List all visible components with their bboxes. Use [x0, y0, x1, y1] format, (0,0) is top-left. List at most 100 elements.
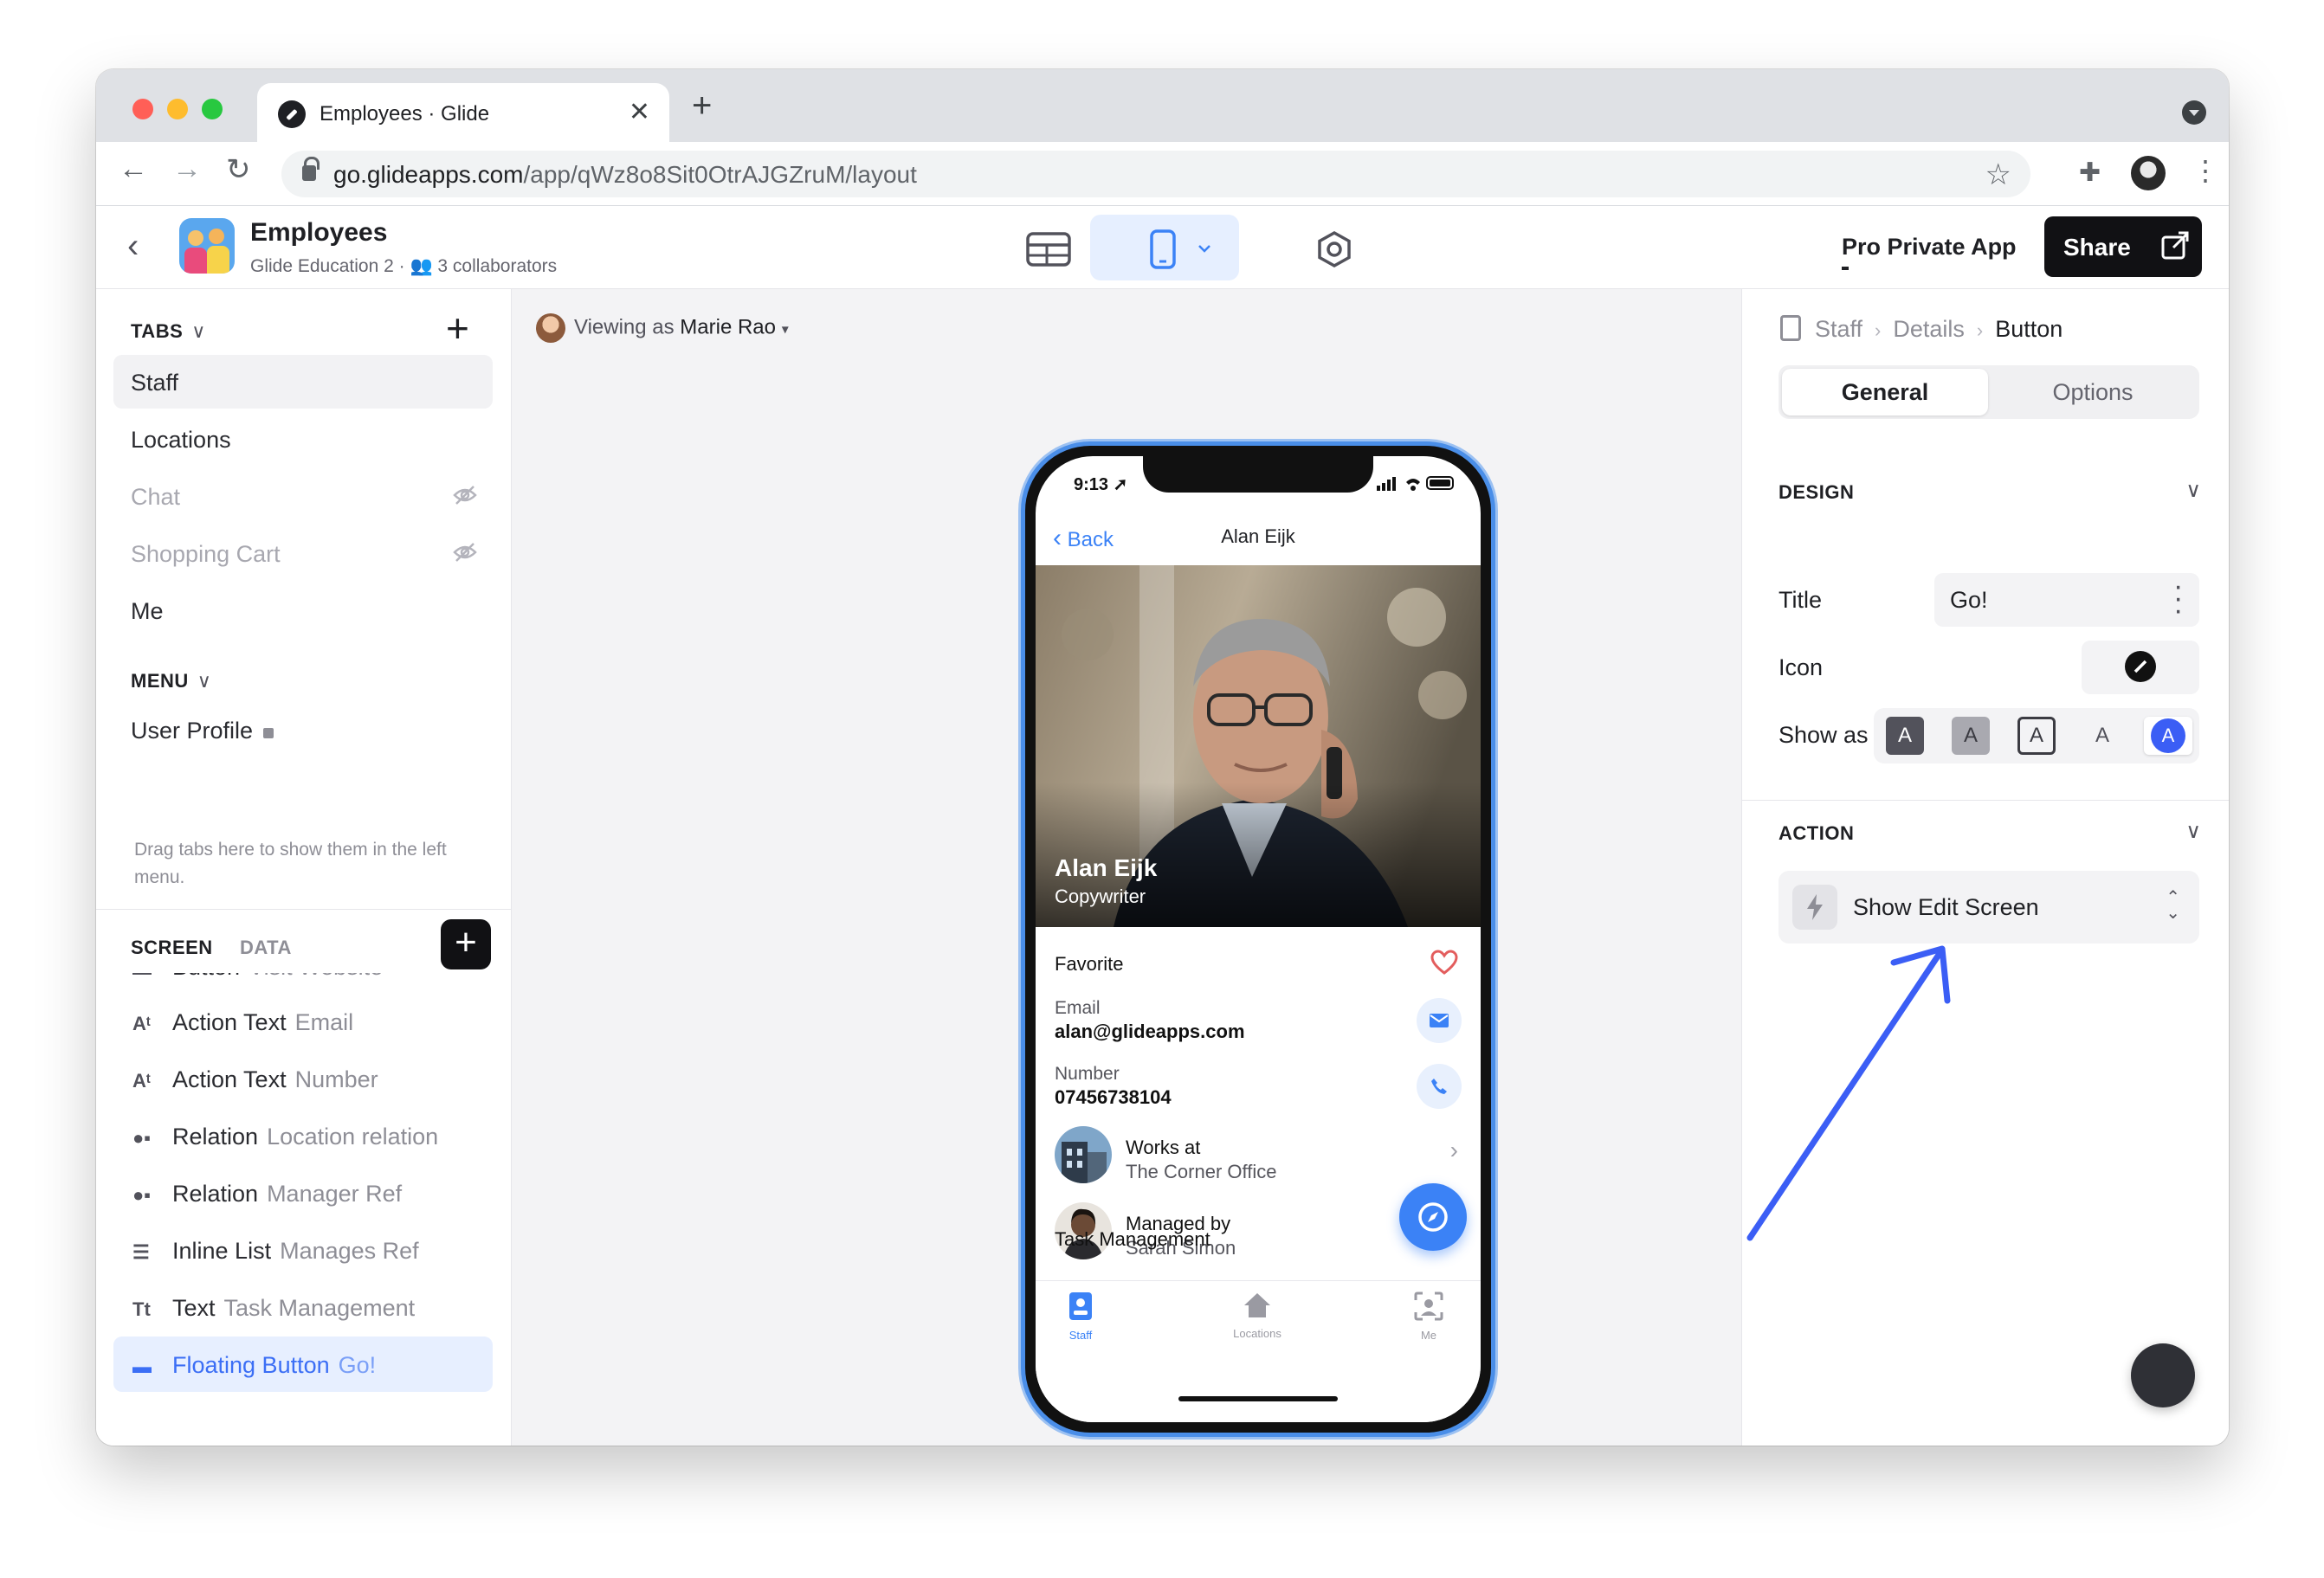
phone-tab-me[interactable]: Me: [1377, 1291, 1481, 1342]
tab-item-shopping-cart[interactable]: Shopping Cart: [113, 526, 493, 580]
component-floating-button[interactable]: ▬ Floating Button Go!: [113, 1336, 493, 1392]
layout-editor-button[interactable]: [1090, 215, 1239, 280]
left-panel: TABS ∨ + Staff Locations Chat Shopping Ca…: [96, 289, 512, 1446]
face-id-icon: [1414, 1291, 1443, 1321]
staff-badge-icon: [1780, 315, 1801, 341]
help-chat-button[interactable]: [2131, 1343, 2195, 1407]
component-text[interactable]: Tt Text Task Management: [113, 1279, 493, 1335]
app-name: Employees: [250, 218, 388, 247]
lock-icon: [263, 728, 274, 738]
breadcrumb-staff[interactable]: Staff: [1815, 316, 1862, 342]
menu-section-header[interactable]: MENU ∨: [131, 670, 211, 692]
bookmark-star-icon[interactable]: ☆: [1985, 158, 2011, 192]
back-chevron-icon[interactable]: ‹: [127, 227, 139, 266]
style-outlined[interactable]: A: [2017, 717, 2056, 755]
component-action-text-email[interactable]: Aᵗ Action Text Email: [113, 994, 493, 1049]
phone-notch: [1143, 456, 1373, 493]
office-thumbnail: [1055, 1126, 1112, 1183]
email-action-button[interactable]: [1417, 998, 1462, 1043]
glide-favicon-icon: [278, 100, 306, 128]
zoom-window-button[interactable]: [202, 99, 223, 119]
viewing-as-selector[interactable]: Viewing as Marie Rao ▾: [536, 313, 789, 343]
number-value[interactable]: 07456738104: [1055, 1086, 1172, 1109]
profile-hero-image: Alan Eijk Copywriter: [1036, 565, 1481, 927]
component-inline-list[interactable]: ☰ Inline List Manages Ref: [113, 1222, 493, 1278]
style-text[interactable]: A: [2083, 717, 2121, 755]
tab-search-icon[interactable]: [2182, 100, 2206, 125]
new-tab-button[interactable]: +: [692, 87, 712, 126]
component-relation-location[interactable]: ●▪ Relation Location relation: [113, 1108, 493, 1163]
title-field[interactable]: Go! · · ·: [1934, 571, 2199, 627]
reload-icon[interactable]: ↻: [226, 152, 251, 187]
status-icons: [1377, 476, 1454, 491]
settings-button[interactable]: [1258, 215, 1407, 280]
browser-menu-icon[interactable]: ⋮: [2192, 154, 2219, 187]
breadcrumb-details[interactable]: Details: [1893, 316, 1965, 342]
eye-off-icon[interactable]: [453, 542, 477, 563]
icon-picker[interactable]: [2082, 641, 2199, 694]
component-button[interactable]: ▬ ButtonVisit Website: [113, 973, 493, 994]
tab-item-me[interactable]: Me: [113, 583, 493, 637]
more-options-icon[interactable]: · · ·: [2173, 571, 2183, 625]
menu-item-user-profile[interactable]: User Profile: [113, 703, 493, 757]
chevron-down-icon[interactable]: ∨: [2185, 478, 2201, 503]
data-tab[interactable]: DATA: [240, 937, 292, 959]
add-component-button[interactable]: +: [441, 919, 491, 969]
works-at-value: The Corner Office: [1126, 1161, 1277, 1182]
profile-avatar[interactable]: [2131, 156, 2166, 190]
plan-label[interactable]: Pro Private App: [1842, 234, 2017, 261]
extensions-puzzle-icon[interactable]: ✚: [2079, 158, 2101, 188]
component-action-text-number[interactable]: Aᵗ Action Text Number: [113, 1051, 493, 1106]
collaborators-icon: 👥: [410, 256, 438, 276]
staff-badge-icon: [1069, 1292, 1092, 1320]
component-list: ▬ ButtonVisit Website Aᵗ Action TextEmai…: [96, 973, 512, 1435]
hero-role: Copywriter: [1055, 886, 1146, 907]
heart-icon[interactable]: [1430, 950, 1458, 976]
minimize-window-button[interactable]: [167, 99, 188, 119]
phone-action-button[interactable]: [1417, 1064, 1462, 1109]
tab-item-locations[interactable]: Locations: [113, 412, 493, 466]
style-filled-light[interactable]: A: [1952, 717, 1990, 755]
screen-tab[interactable]: SCREEN: [131, 937, 213, 959]
browser-tab[interactable]: Employees · Glide ✕: [257, 83, 669, 142]
close-tab-icon[interactable]: ✕: [629, 97, 650, 127]
compass-icon: [2125, 651, 2156, 682]
section-divider: [96, 909, 512, 910]
action-section-header[interactable]: ACTION: [1779, 822, 1854, 845]
tab-item-chat[interactable]: Chat: [113, 469, 493, 523]
chevron-down-icon[interactable]: ∨: [2185, 819, 2201, 844]
forward-arrow-icon[interactable]: →: [172, 152, 202, 186]
config-segmented-control: General Options: [1779, 365, 2199, 419]
back-arrow-icon[interactable]: ←: [119, 152, 148, 186]
app-icon: [179, 218, 235, 274]
action-text-icon: Aᵗ: [132, 1070, 151, 1092]
browser-toolbar: ← → ↻ go.glideapps.com/app/qWz8o8Sit0Otr…: [96, 142, 2229, 206]
email-value[interactable]: alan@glideapps.com: [1055, 1021, 1245, 1043]
chevron-down-icon: ∨: [197, 670, 212, 692]
address-bar[interactable]: go.glideapps.com/app/qWz8o8Sit0OtrAJGZru…: [281, 151, 2030, 197]
lightning-bolt-icon: [1792, 885, 1837, 930]
close-window-button[interactable]: [132, 99, 153, 119]
tab-options[interactable]: Options: [1990, 369, 2196, 415]
email-label: Email: [1055, 998, 1101, 1018]
compass-icon: [1418, 1202, 1448, 1232]
tab-item-staff[interactable]: Staff: [113, 355, 493, 409]
add-tab-button[interactable]: +: [446, 305, 469, 351]
phone-preview: 9:13 ➚ ‹ Back Alan Eijk Alan Eijk Copywr…: [1021, 441, 1495, 1437]
floating-action-button[interactable]: [1399, 1183, 1467, 1251]
chevron-right-icon[interactable]: ›: [1450, 1137, 1458, 1164]
eye-off-icon[interactable]: [453, 485, 477, 506]
url-text: go.glideapps.com/app/qWz8o8Sit0OtrAJGZru…: [333, 161, 917, 188]
design-section-header[interactable]: DESIGN: [1779, 481, 1854, 504]
style-circle-accent[interactable]: A: [2144, 717, 2192, 755]
app-header: ‹ Employees Glide Education 2 · 👥 3 coll…: [96, 206, 2229, 289]
user-avatar: [536, 313, 565, 343]
tabs-section-header[interactable]: TABS ∨: [131, 320, 206, 343]
component-relation-manager[interactable]: ●▪ Relation Manager Ref: [113, 1165, 493, 1221]
share-button[interactable]: Share: [2044, 216, 2202, 277]
text-icon: Tt: [132, 1298, 151, 1320]
tab-general[interactable]: General: [1782, 369, 1988, 415]
phone-tab-locations[interactable]: Locations: [1205, 1291, 1309, 1340]
style-filled-dark[interactable]: A: [1886, 717, 1924, 755]
phone-tab-staff[interactable]: Staff: [1036, 1291, 1133, 1342]
